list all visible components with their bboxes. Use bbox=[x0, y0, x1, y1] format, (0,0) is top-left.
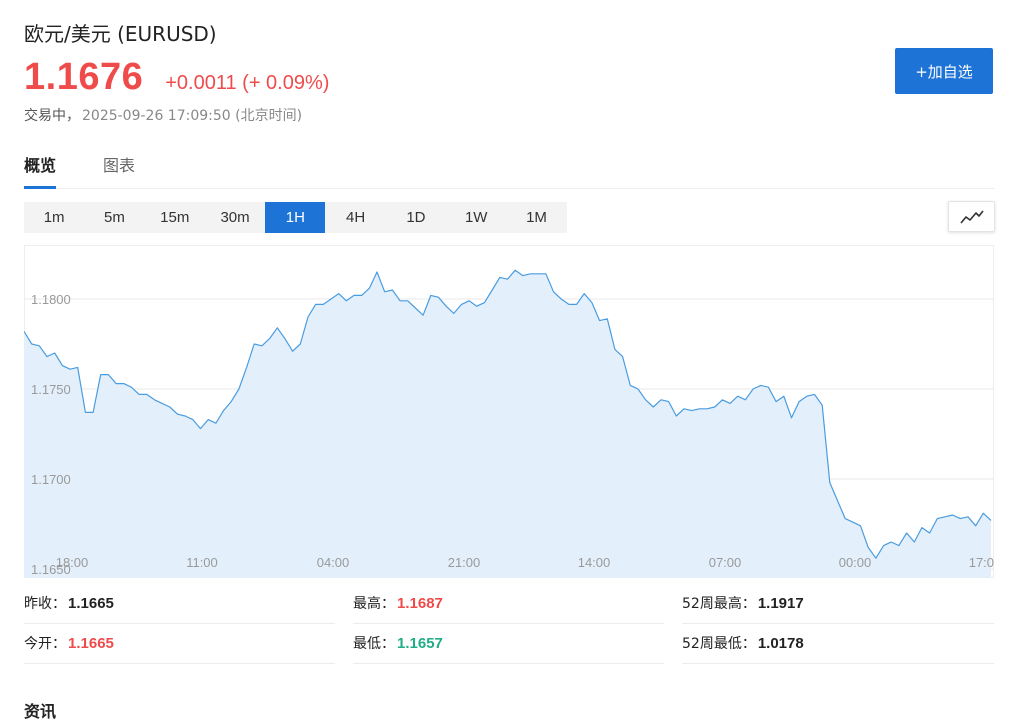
tab-bar: 概览 图表 bbox=[24, 152, 994, 189]
stat-label: 最高： bbox=[353, 596, 395, 612]
price-chart-svg: 1.18001.17501.17001.165018:00 11:00 04:00 2… bbox=[24, 245, 994, 578]
period-30m[interactable]: 30m bbox=[205, 202, 265, 233]
trading-status: 交易中， 2025-09-26 17:09:50 (北京时间) bbox=[24, 105, 302, 125]
x-tick-label: 14:00 bbox=[578, 555, 611, 570]
tab-chart[interactable]: 图表 bbox=[103, 152, 135, 186]
price-row: 1.1676 +0.0011 (+ 0.09%) bbox=[24, 56, 329, 99]
stat-value: 1.1665 bbox=[68, 635, 114, 652]
stat-value: 1.1665 bbox=[68, 595, 114, 612]
x-tick-label: 18:00 bbox=[56, 555, 89, 570]
x-tick-label: 11:00 bbox=[186, 555, 218, 570]
price-change: +0.0011 (+ 0.09%) bbox=[165, 72, 330, 94]
stats-row: 今开： 1.1665 最低： 1.1657 52周最低： 1.0178 bbox=[24, 624, 994, 664]
stat-value: 1.1917 bbox=[757, 595, 804, 612]
stats-row: 昨收： 1.1665 最高： 1.1687 52周最高： 1.1917 bbox=[24, 584, 994, 624]
period-1d[interactable]: 1D bbox=[386, 202, 446, 233]
x-tick-label: 00:00 bbox=[839, 555, 872, 570]
x-tick-label: 17:00 bbox=[969, 555, 994, 570]
stat-value: 1.1687 bbox=[397, 595, 443, 612]
period-15m[interactable]: 15m bbox=[145, 202, 205, 233]
line-chart-icon bbox=[959, 210, 984, 224]
stat-label: 昨收： bbox=[24, 596, 66, 612]
stat-high: 最高： 1.1687 bbox=[353, 584, 664, 624]
y-tick-label: 1.1700 bbox=[31, 472, 71, 487]
period-1mo[interactable]: 1M bbox=[506, 202, 566, 233]
stat-label: 52周最低： bbox=[682, 636, 756, 652]
period-5m[interactable]: 5m bbox=[84, 202, 144, 233]
current-price: 1.1676 bbox=[24, 56, 144, 98]
chart-type-toggle[interactable] bbox=[948, 201, 995, 232]
y-tick-label: 1.1750 bbox=[31, 382, 71, 397]
instrument-title: 欧元/美元 (EURUSD) bbox=[24, 22, 217, 46]
x-tick-label: 07:00 bbox=[709, 555, 742, 570]
stat-label: 今开： bbox=[24, 636, 66, 652]
add-to-watchlist-button[interactable]: +加自选 bbox=[895, 48, 993, 94]
period-4h[interactable]: 4H bbox=[325, 202, 385, 233]
stat-prev-close: 昨收： 1.1665 bbox=[24, 584, 335, 624]
timestamp: 2025-09-26 17:09:50 (北京时间) bbox=[82, 108, 303, 124]
price-area bbox=[24, 270, 991, 578]
price-chart[interactable]: 1.1800 1.1750 1.1700 1.1650 18:00 11:00 04:00 2… bbox=[24, 245, 994, 578]
period-1h[interactable]: 1H bbox=[265, 202, 326, 233]
stat-52w-high: 52周最高： 1.1917 bbox=[682, 584, 994, 624]
stat-open: 今开： 1.1665 bbox=[24, 624, 335, 664]
x-tick-label: 04:00 bbox=[317, 555, 350, 570]
stats-table: 昨收： 1.1665 最高： 1.1687 52周最高： 1.1917 今开： 1.16… bbox=[24, 584, 994, 664]
y-tick-label: 1.1800 bbox=[31, 292, 71, 307]
stat-label: 52周最高： bbox=[682, 596, 756, 612]
stat-value: 1.0178 bbox=[757, 635, 804, 652]
status-label: 交易中， bbox=[24, 108, 80, 124]
news-section-title: 资讯 bbox=[24, 702, 57, 721]
tab-overview[interactable]: 概览 bbox=[24, 152, 57, 189]
stat-52w-low: 52周最低： 1.0178 bbox=[682, 624, 994, 664]
period-selector: 1m 5m 15m 30m 1H 4H 1D 1W 1M bbox=[24, 202, 567, 233]
stat-value: 1.1657 bbox=[397, 635, 443, 652]
period-1w[interactable]: 1W bbox=[446, 202, 506, 233]
stat-low: 最低： 1.1657 bbox=[353, 624, 664, 664]
stat-label: 最低： bbox=[353, 636, 395, 652]
x-tick-label: 21:00 bbox=[448, 555, 481, 570]
period-1m[interactable]: 1m bbox=[24, 202, 84, 233]
